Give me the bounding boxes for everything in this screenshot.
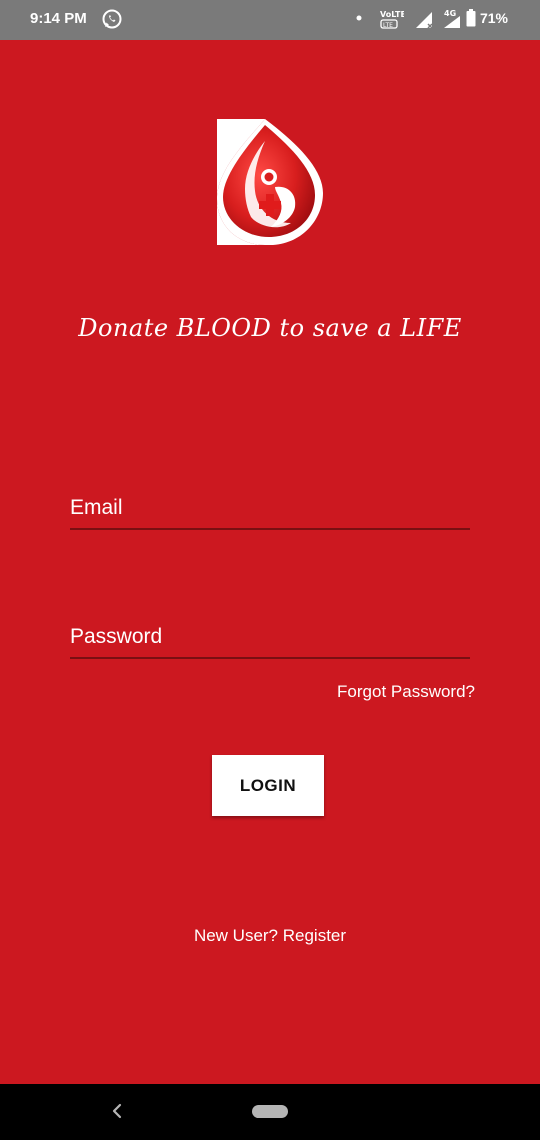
- back-icon[interactable]: [108, 1100, 128, 1122]
- notification-dot-icon: [356, 15, 362, 21]
- tagline: Donate BLOOD to save a LIFE: [78, 314, 462, 342]
- battery-percent: 71%: [479, 10, 508, 26]
- status-bar: 9:14 PM VoLTE LTE 4G 71%: [0, 0, 540, 40]
- email-input[interactable]: [70, 488, 470, 528]
- svg-text:LTE: LTE: [383, 22, 393, 29]
- password-input[interactable]: [70, 617, 470, 657]
- navigation-bar: [0, 1084, 540, 1140]
- login-screen: 9:14 PM VoLTE LTE 4G 71% Donate BLOOD to…: [0, 0, 540, 1140]
- volte-icon: VoLTE LTE: [380, 10, 404, 29]
- signal-icon: [416, 12, 433, 29]
- email-field-container: [70, 488, 470, 530]
- register-link[interactable]: New User? Register: [0, 926, 540, 946]
- login-button[interactable]: LOGIN: [212, 755, 324, 816]
- battery-icon: [466, 9, 476, 27]
- forgot-password-link[interactable]: Forgot Password?: [337, 682, 475, 702]
- signal-4g-icon: 4G: [444, 9, 460, 28]
- home-pill-button[interactable]: [252, 1105, 288, 1118]
- network-type-label: 4G: [444, 9, 456, 18]
- whatsapp-icon: [102, 9, 122, 29]
- svg-text:VoLTE: VoLTE: [380, 10, 404, 19]
- blood-drop-logo: [217, 119, 323, 245]
- password-field-container: [70, 617, 470, 659]
- status-time: 9:14 PM: [30, 10, 87, 27]
